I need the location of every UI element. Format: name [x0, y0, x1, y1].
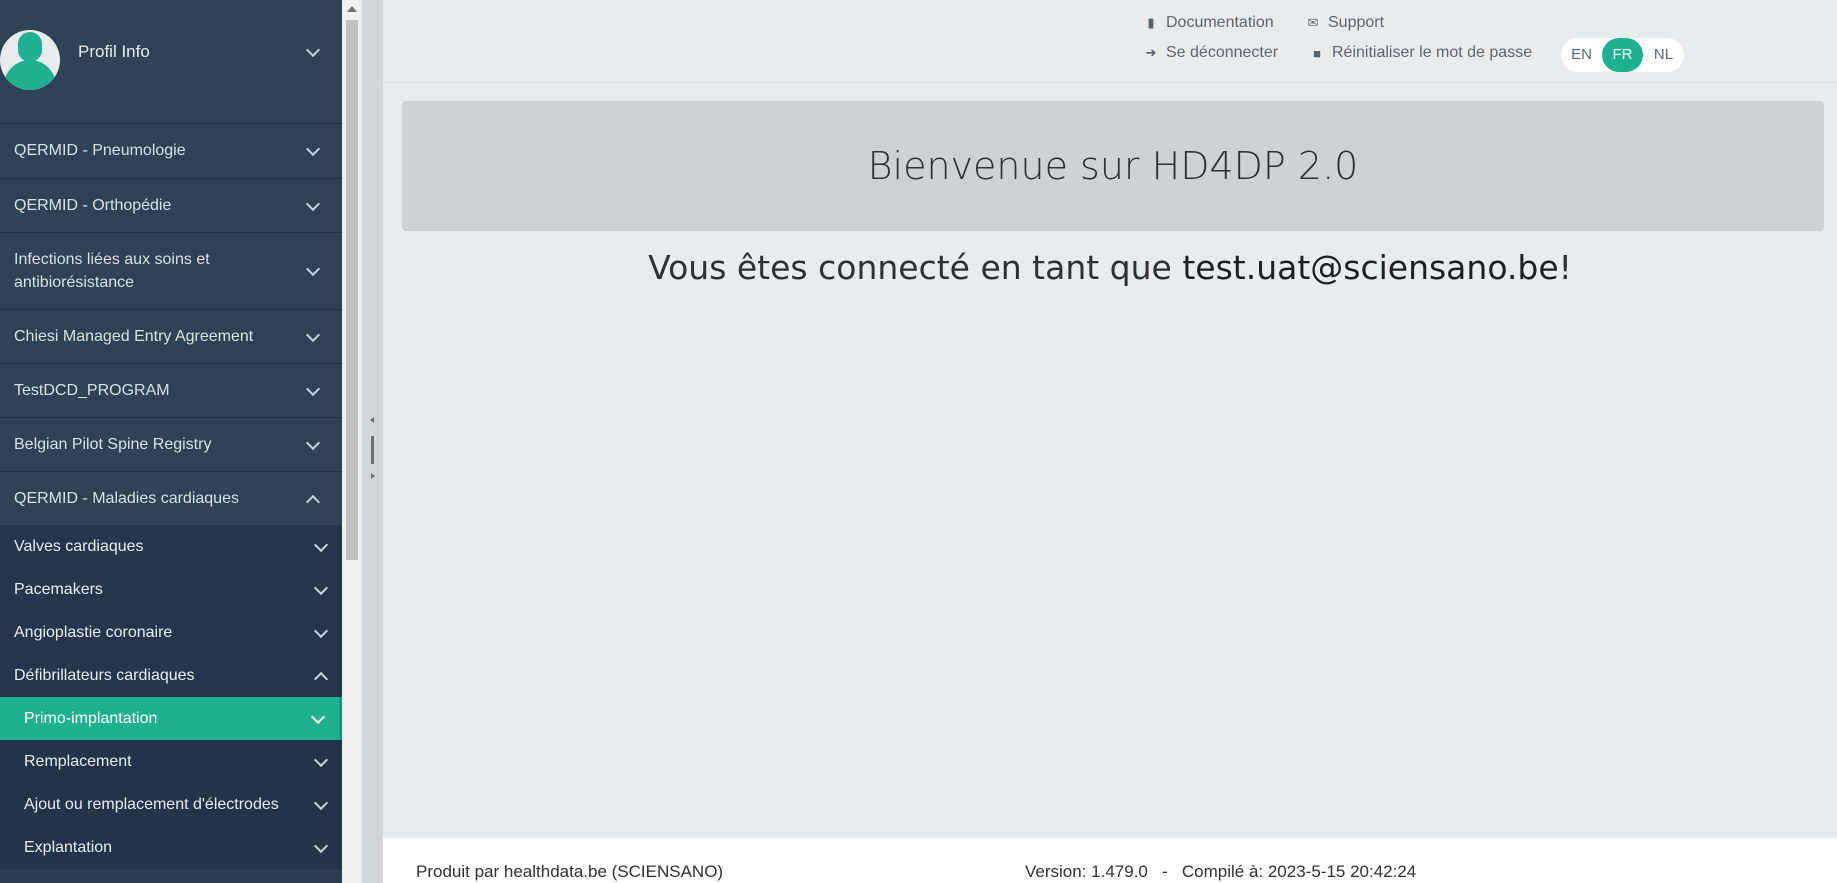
sidebar-item-spine-registry[interactable]: Belgian Pilot Spine Registry: [0, 417, 342, 471]
reset-password-link[interactable]: ■ Réinitialiser le mot de passe: [1310, 44, 1532, 62]
chevron-down-icon: [313, 838, 329, 853]
chevron-up-icon: [313, 671, 329, 686]
top-bar: ▮ Documentation ✉ Support ➜ Se déconnect…: [383, 0, 1837, 83]
avatar: [0, 30, 60, 90]
sidebar-item-label: Belgian Pilot Spine Registry: [14, 435, 212, 453]
sidebar-subitem-remplacement[interactable]: Remplacement: [0, 740, 342, 783]
sidebar-subitem-electrodes[interactable]: Ajout ou remplacement d'électrodes: [0, 783, 342, 826]
sidebar-item-infections[interactable]: Infections liées aux soins et antibiorés…: [0, 232, 342, 309]
sidebar-subitem-label: Explantation: [24, 838, 113, 856]
logout-link[interactable]: ➜ Se déconnecter: [1144, 44, 1279, 62]
scroll-thumb[interactable]: [346, 20, 358, 560]
sidebar-subitem-explantation[interactable]: Explantation: [0, 826, 342, 869]
chevron-down-icon: [313, 537, 329, 552]
sidebar-subitem-label: Ajout ou remplacement d'électrodes: [24, 795, 279, 813]
logged-user: test.uat@sciensano.be: [1182, 248, 1559, 287]
profile-menu[interactable]: Profil Info: [0, 0, 342, 123]
sidebar-subitem-label: Primo-implantation: [24, 709, 158, 727]
sidebar-subitem-angioplastie[interactable]: Angioplastie coronaire: [0, 611, 342, 654]
sidebar-subitem-label: Remplacement: [24, 752, 132, 770]
sidebar-item-chiesi[interactable]: Chiesi Managed Entry Agreement: [0, 309, 342, 363]
sidebar-subitem-label: Défibrillateurs cardiaques: [14, 666, 195, 684]
profile-label: Profil Info: [78, 42, 150, 61]
sidebar-item-label: QERMID - Pneumologie: [14, 142, 186, 159]
reset-password-label: Réinitialiser le mot de passe: [1332, 44, 1533, 61]
logout-label: Se déconnecter: [1166, 44, 1279, 61]
sidebar-item-label: QERMID - Orthopédie: [14, 196, 172, 214]
documentation-link[interactable]: ▮ Documentation: [1144, 14, 1274, 32]
splitter-handle[interactable]: [371, 436, 374, 464]
main-content: ▮ Documentation ✉ Support ➜ Se déconnect…: [383, 0, 1837, 883]
sidebar-item-label: TestDCD_PROGRAM: [14, 381, 170, 399]
support-link[interactable]: ✉ Support: [1306, 14, 1385, 32]
sidebar-item-label: Infections liées aux soins et antibiorés…: [14, 251, 210, 291]
chevron-down-icon: [305, 196, 321, 211]
lang-fr-button[interactable]: FR: [1602, 38, 1643, 72]
sidebar-subitem-valves[interactable]: Valves cardiaques: [0, 525, 342, 568]
footer: Produit par healthdata.be (SCIENSANO) Ve…: [383, 838, 1837, 883]
chevron-down-icon: [310, 709, 326, 724]
sidebar-item-label: Chiesi Managed Entry Agreement: [14, 327, 254, 345]
chevron-down-icon: [305, 327, 321, 342]
sidebar-subitem-primo-implantation[interactable]: Primo-implantation: [0, 697, 342, 740]
logged-suffix: !: [1558, 248, 1572, 287]
chevron-down-icon: [305, 381, 321, 396]
welcome-title: Bienvenue sur HD4DP 2.0: [867, 144, 1359, 188]
chevron-down-icon: [305, 261, 321, 277]
envelope-icon: ✉: [1307, 15, 1319, 30]
support-label: Support: [1328, 14, 1385, 31]
chevron-down-icon: [305, 141, 321, 157]
sidebar-subitem-pacemakers[interactable]: Pacemakers: [0, 568, 342, 611]
language-switcher: EN FR NL: [1561, 38, 1684, 72]
sign-out-icon: ➜: [1145, 45, 1157, 60]
documentation-label: Documentation: [1166, 14, 1274, 31]
sidebar-scrollbar[interactable]: [342, 0, 362, 883]
panel-splitter[interactable]: [362, 0, 383, 883]
collapse-left-icon[interactable]: [370, 417, 374, 423]
book-icon: ▮: [1147, 15, 1155, 30]
sidebar-item-maladies-cardiaques[interactable]: QERMID - Maladies cardiaques: [0, 471, 342, 525]
welcome-banner: Bienvenue sur HD4DP 2.0: [402, 101, 1824, 231]
chevron-up-icon: [305, 494, 321, 509]
chevron-down-icon: [313, 795, 329, 810]
sidebar: Profil Info QERMID - Pneumologie QERMID …: [0, 0, 342, 883]
chevron-down-icon: [305, 435, 321, 450]
chevron-down-icon: [313, 752, 329, 767]
logged-prefix: Vous êtes connecté en tant que: [648, 248, 1183, 287]
footer-produced-by: Produit par healthdata.be (SCIENSANO): [416, 862, 724, 881]
footer-version: Version: 1.479.0 - Compilé à: 2023-5-15 …: [1025, 862, 1417, 881]
sidebar-item-testdcd[interactable]: TestDCD_PROGRAM: [0, 363, 342, 417]
scroll-up-arrow-icon[interactable]: [347, 6, 357, 12]
chevron-down-icon: [313, 580, 329, 595]
chevron-down-icon: [313, 623, 329, 638]
sidebar-subitem-label: Pacemakers: [14, 580, 103, 598]
sidebar-subitem-label: Angioplastie coronaire: [14, 623, 173, 641]
chevron-down-icon: [305, 42, 321, 58]
expand-right-icon[interactable]: [371, 473, 375, 479]
sidebar-item-label: QERMID - Maladies cardiaques: [14, 489, 239, 507]
sidebar-item-qermid-pneumologie[interactable]: QERMID - Pneumologie: [0, 123, 342, 178]
sidebar-subitem-label: Valves cardiaques: [14, 537, 144, 555]
sidebar-subitem-defibrillateurs[interactable]: Défibrillateurs cardiaques: [0, 654, 342, 697]
lock-icon: ■: [1313, 45, 1321, 61]
lang-en-button[interactable]: EN: [1561, 38, 1602, 72]
logged-in-message: Vous êtes connecté en tant que test.uat@…: [383, 248, 1837, 287]
sidebar-item-qermid-orthopedie[interactable]: QERMID - Orthopédie: [0, 178, 342, 232]
lang-nl-button[interactable]: NL: [1643, 38, 1684, 72]
